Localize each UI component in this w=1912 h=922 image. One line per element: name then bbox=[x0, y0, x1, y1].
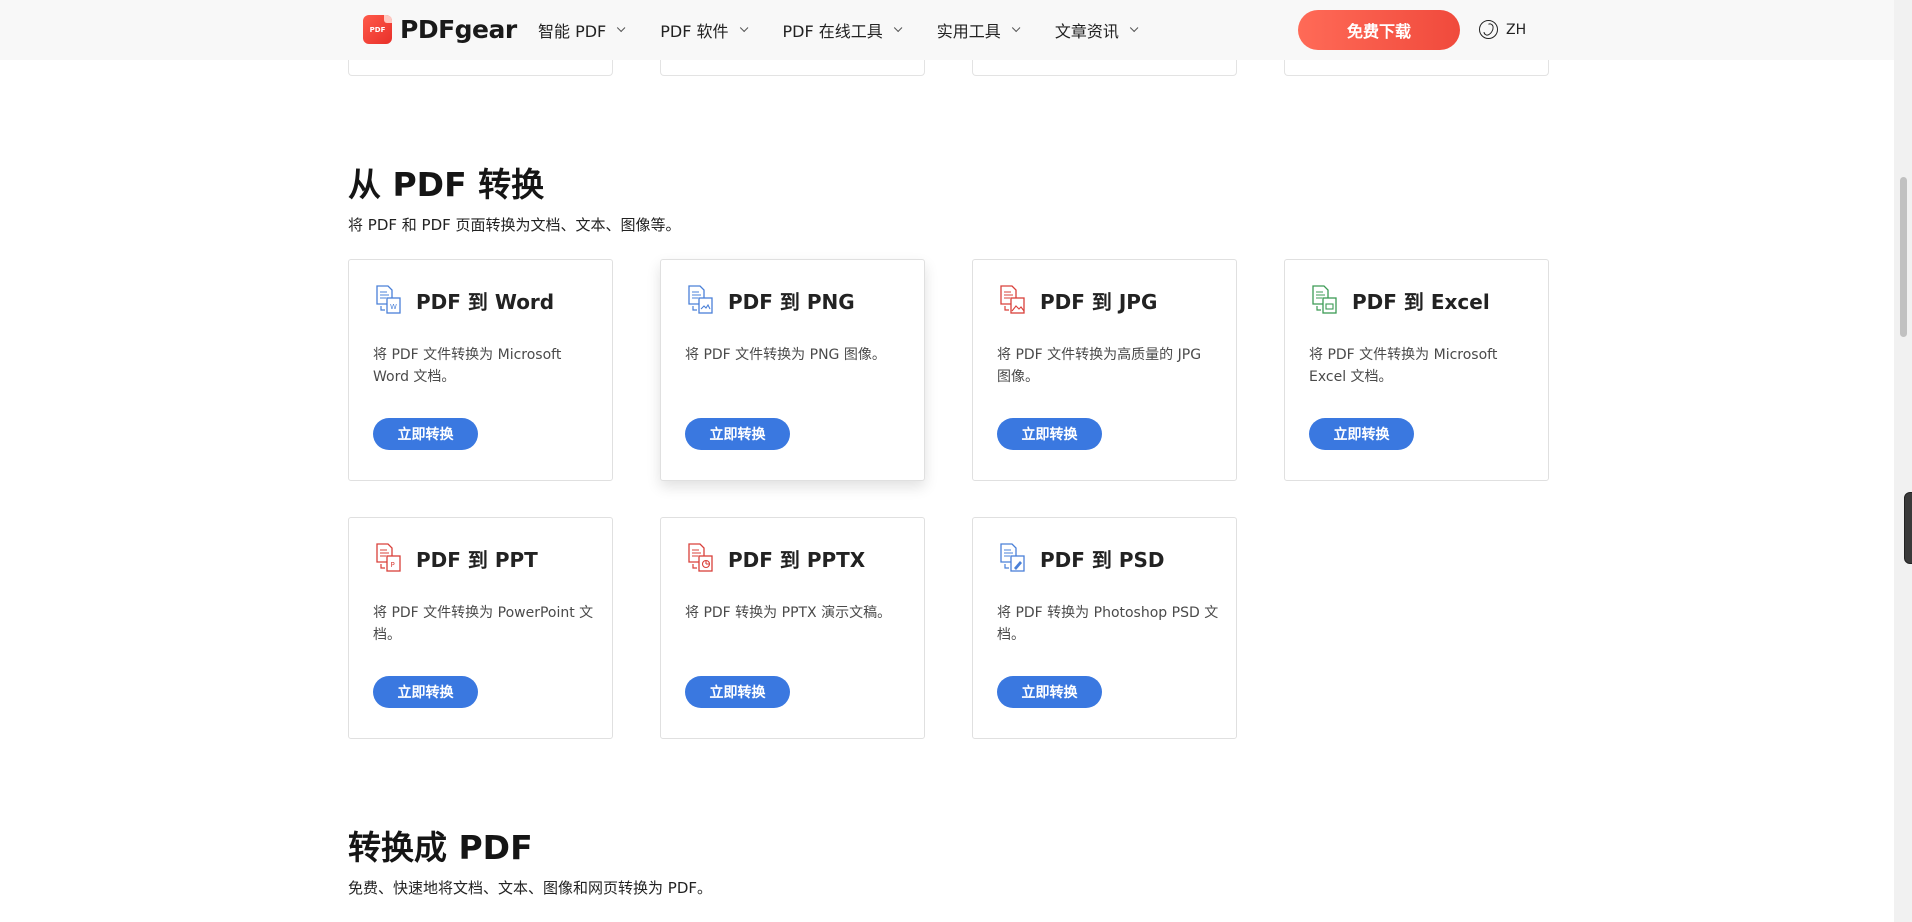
card-title: PDF 到 PNG bbox=[728, 290, 855, 314]
pdf-to-jpg-icon bbox=[1000, 285, 1025, 314]
logo-text: PDFgear bbox=[400, 15, 517, 44]
chevron-down-icon bbox=[739, 23, 748, 33]
page-scrollbar[interactable] bbox=[1894, 0, 1912, 922]
convert-now-button[interactable]: 立即转换 bbox=[373, 418, 478, 450]
card-title: PDF 到 PPTX bbox=[728, 548, 866, 572]
svg-text:P: P bbox=[391, 561, 395, 569]
card-description: 将 PDF 文件转换为 Microsoft Excel 文档。 bbox=[1309, 347, 1498, 385]
card-title: PDF 到 Excel bbox=[1352, 290, 1490, 314]
pdf-to-psd-icon bbox=[1000, 543, 1025, 572]
language-switcher[interactable]: ZH bbox=[1479, 20, 1526, 39]
nav-label: PDF 在线工具 bbox=[782, 22, 883, 41]
nav-pdf-software[interactable]: PDF 软件 bbox=[660, 18, 748, 42]
card-title: PDF 到 JPG bbox=[1040, 290, 1158, 314]
card-title: PDF 到 Word bbox=[416, 290, 555, 314]
side-widget-tab[interactable] bbox=[1904, 492, 1912, 564]
pdf-to-pptx-icon bbox=[688, 543, 713, 572]
convert-now-button[interactable]: 立即转换 bbox=[685, 418, 790, 450]
nav-smart-pdf[interactable]: 智能 PDF bbox=[538, 18, 626, 42]
language-label: ZH bbox=[1506, 21, 1527, 38]
convert-now-button[interactable]: 立即转换 bbox=[373, 676, 478, 708]
site-header: PDF PDFgear 智能 PDF PDF 软件 PDF 在线工具 实用工具 … bbox=[0, 0, 1894, 60]
free-download-button[interactable]: 免费下载 bbox=[1298, 10, 1460, 50]
card-title: PDF 到 PPT bbox=[416, 548, 538, 572]
card-pdf-to-psd[interactable]: PDF 到 PSD 将 PDF 转换为 Photoshop PSD 文档。 立即… bbox=[972, 517, 1237, 739]
card-pdf-to-word[interactable]: W PDF 到 Word 将 PDF 文件转换为 Microsoft Word … bbox=[348, 259, 613, 481]
nav-utilities[interactable]: 实用工具 bbox=[936, 18, 1021, 42]
convert-now-button[interactable]: 立即转换 bbox=[1309, 418, 1414, 450]
section-subtitle-from-pdf: 将 PDF 和 PDF 页面转换为文档、文本、图像等。 bbox=[348, 216, 681, 234]
chevron-down-icon bbox=[1011, 23, 1021, 33]
chevron-down-icon bbox=[893, 23, 903, 33]
convert-now-button[interactable]: 立即转换 bbox=[685, 676, 790, 708]
nav-label: PDF 软件 bbox=[660, 22, 729, 41]
svg-text:W: W bbox=[390, 303, 397, 311]
section-subtitle-to-pdf: 免费、快速地将文档、文本、图像和网页转换为 PDF。 bbox=[348, 879, 712, 897]
card-description: 将 PDF 转换为 PPTX 演示文稿。 bbox=[685, 605, 892, 621]
pdf-to-ppt-icon: P bbox=[376, 543, 401, 572]
scrollbar-thumb[interactable] bbox=[1900, 177, 1907, 337]
card-pdf-to-jpg[interactable]: PDF 到 JPG 将 PDF 文件转换为高质量的 JPG 图像。 立即转换 bbox=[972, 259, 1237, 481]
card-description: 将 PDF 文件转换为 PowerPoint 文档。 bbox=[373, 605, 594, 643]
card-pdf-to-pptx[interactable]: PDF 到 PPTX 将 PDF 转换为 PPTX 演示文稿。 立即转换 bbox=[660, 517, 925, 739]
card-title: PDF 到 PSD bbox=[1040, 548, 1165, 572]
nav-label: 文章资讯 bbox=[1054, 22, 1119, 41]
convert-now-button[interactable]: 立即转换 bbox=[997, 418, 1102, 450]
card-description: 将 PDF 文件转换为高质量的 JPG 图像。 bbox=[997, 347, 1202, 385]
pdfgear-logo[interactable]: PDF PDFgear bbox=[363, 15, 517, 44]
main-nav: 智能 PDF PDF 软件 PDF 在线工具 实用工具 文章资讯 bbox=[538, 0, 1173, 60]
globe-icon bbox=[1479, 20, 1498, 39]
section-title-to-pdf: 转换成 PDF bbox=[348, 828, 533, 867]
section-title-from-pdf: 从 PDF 转换 bbox=[348, 165, 545, 204]
nav-online-tools[interactable]: PDF 在线工具 bbox=[782, 18, 903, 42]
card-description: 将 PDF 文件转换为 PNG 图像。 bbox=[685, 347, 886, 363]
card-pdf-to-ppt[interactable]: P PDF 到 PPT 将 PDF 文件转换为 PowerPoint 文档。 立… bbox=[348, 517, 613, 739]
nav-label: 智能 PDF bbox=[538, 22, 607, 41]
nav-label: 实用工具 bbox=[936, 22, 1001, 41]
pdfgear-logo-icon: PDF bbox=[363, 15, 392, 44]
chevron-down-icon bbox=[617, 23, 626, 33]
pdf-to-excel-icon bbox=[1312, 285, 1337, 314]
pdf-to-png-icon bbox=[688, 285, 713, 314]
chevron-down-icon bbox=[1129, 23, 1139, 33]
card-description: 将 PDF 文件转换为 Microsoft Word 文档。 bbox=[373, 347, 562, 385]
card-description: 将 PDF 转换为 Photoshop PSD 文档。 bbox=[997, 605, 1219, 643]
pdf-to-word-icon: W bbox=[376, 285, 401, 314]
card-pdf-to-png[interactable]: PDF 到 PNG 将 PDF 文件转换为 PNG 图像。 立即转换 bbox=[660, 259, 925, 481]
nav-articles[interactable]: 文章资讯 bbox=[1054, 18, 1139, 42]
convert-now-button[interactable]: 立即转换 bbox=[997, 676, 1102, 708]
card-pdf-to-excel[interactable]: PDF 到 Excel 将 PDF 文件转换为 Microsoft Excel … bbox=[1284, 259, 1549, 481]
